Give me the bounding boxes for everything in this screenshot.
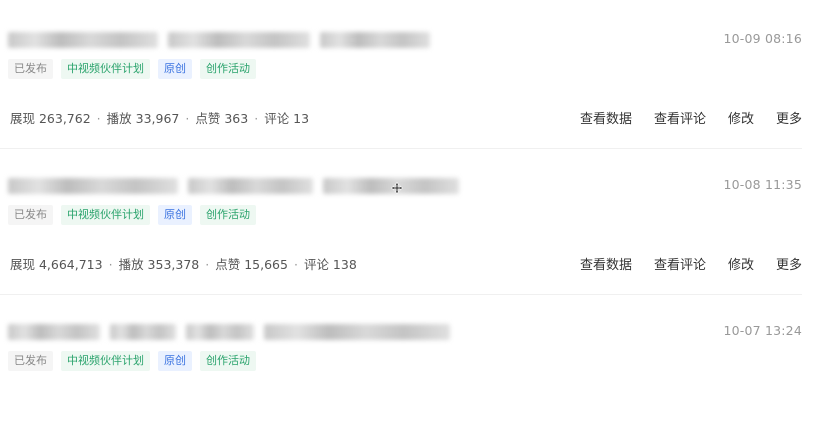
comments-stat: 评论 138	[303, 257, 357, 272]
view-comments-button[interactable]: 查看评论	[654, 254, 706, 273]
content-list: 10-09 08:16 已发布 中视频伙伴计划 原创 创作活动 展现 263,7…	[0, 0, 816, 438]
more-button[interactable]: 更多	[776, 108, 802, 127]
stats-row: 展现 4,664,713 · 播放 353,378 · 点赞 15,665 · 评论 138	[10, 254, 357, 273]
item-title-blurred[interactable]	[8, 30, 430, 50]
comments-stat: 评论 13	[264, 111, 310, 126]
status-tag: 已发布	[8, 59, 53, 79]
tag-group: 已发布 中视频伙伴计划 原创 创作活动	[8, 59, 256, 79]
action-group: 查看数据 查看评论 修改 更多	[580, 108, 802, 127]
separator-dot: ·	[185, 111, 190, 126]
likes-stat: 点赞 363	[195, 111, 249, 126]
original-tag: 原创	[158, 59, 192, 79]
stats-row: 展现 263,762 · 播放 33,967 · 点赞 363 · 评论 13	[10, 108, 309, 127]
original-tag: 原创	[158, 351, 192, 371]
publish-time: 10-08 11:35	[723, 177, 802, 192]
views-stat: 展现 4,664,713	[10, 257, 103, 272]
plays-stat: 播放 33,967	[106, 111, 180, 126]
move-cursor-icon	[391, 182, 403, 194]
view-data-button[interactable]: 查看数据	[580, 108, 632, 127]
views-stat: 展现 263,762	[10, 111, 91, 126]
list-item: 10-08 11:35 已发布 中视频伙伴计划 原创 创作活动 展现 4,664…	[0, 146, 816, 295]
partner-plan-tag: 中视频伙伴计划	[61, 205, 150, 225]
publish-time: 10-09 08:16	[723, 31, 802, 46]
activity-tag: 创作活动	[200, 351, 256, 371]
separator-dot: ·	[293, 257, 298, 272]
publish-time: 10-07 13:24	[723, 323, 802, 338]
separator-dot: ·	[96, 111, 101, 126]
original-tag: 原创	[158, 205, 192, 225]
action-group: 查看数据 查看评论 修改 更多	[580, 254, 802, 273]
edit-button[interactable]: 修改	[728, 254, 754, 273]
edit-button[interactable]: 修改	[728, 108, 754, 127]
activity-tag: 创作活动	[200, 205, 256, 225]
view-comments-button[interactable]: 查看评论	[654, 108, 706, 127]
list-item: 10-07 13:24 已发布 中视频伙伴计划 原创 创作活动	[0, 292, 816, 438]
partner-plan-tag: 中视频伙伴计划	[61, 59, 150, 79]
item-title-blurred[interactable]	[8, 322, 450, 342]
tag-group: 已发布 中视频伙伴计划 原创 创作活动	[8, 351, 256, 371]
likes-stat: 点赞 15,665	[215, 257, 288, 272]
partner-plan-tag: 中视频伙伴计划	[61, 351, 150, 371]
list-item: 10-09 08:16 已发布 中视频伙伴计划 原创 创作活动 展现 263,7…	[0, 0, 816, 149]
status-tag: 已发布	[8, 351, 53, 371]
status-tag: 已发布	[8, 205, 53, 225]
separator-dot: ·	[254, 111, 259, 126]
view-data-button[interactable]: 查看数据	[580, 254, 632, 273]
separator-dot: ·	[108, 257, 113, 272]
activity-tag: 创作活动	[200, 59, 256, 79]
separator-dot: ·	[205, 257, 210, 272]
more-button[interactable]: 更多	[776, 254, 802, 273]
plays-stat: 播放 353,378	[118, 257, 200, 272]
tag-group: 已发布 中视频伙伴计划 原创 创作活动	[8, 205, 256, 225]
